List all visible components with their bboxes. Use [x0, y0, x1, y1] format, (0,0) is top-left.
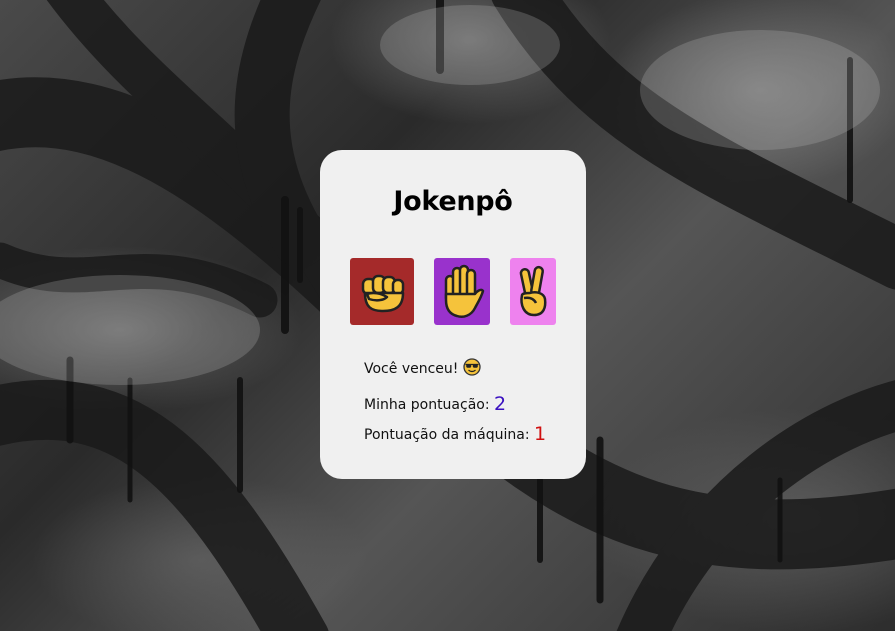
game-card: Jokenpô Você venceu! Minha pontuação: 2 … [320, 150, 586, 479]
raised-hand-icon [439, 264, 485, 320]
game-title: Jokenpô [393, 186, 513, 217]
player-score-label: Minha pontuação: [364, 397, 490, 413]
player-score: Minha pontuação: 2 [364, 393, 506, 415]
rock-button[interactable] [350, 258, 414, 325]
result-text: Você venceu! [364, 361, 459, 377]
machine-score-value: 1 [534, 423, 547, 445]
fist-icon [357, 267, 407, 317]
machine-score-label: Pontuação da máquina: [364, 427, 530, 443]
scissors-button[interactable] [510, 258, 556, 325]
result-message: Você venceu! [364, 358, 482, 380]
sunglasses-face-icon [463, 358, 482, 380]
machine-score: Pontuação da máquina: 1 [364, 423, 546, 445]
victory-hand-icon [516, 265, 550, 319]
player-score-value: 2 [494, 393, 507, 415]
paper-button[interactable] [434, 258, 490, 325]
